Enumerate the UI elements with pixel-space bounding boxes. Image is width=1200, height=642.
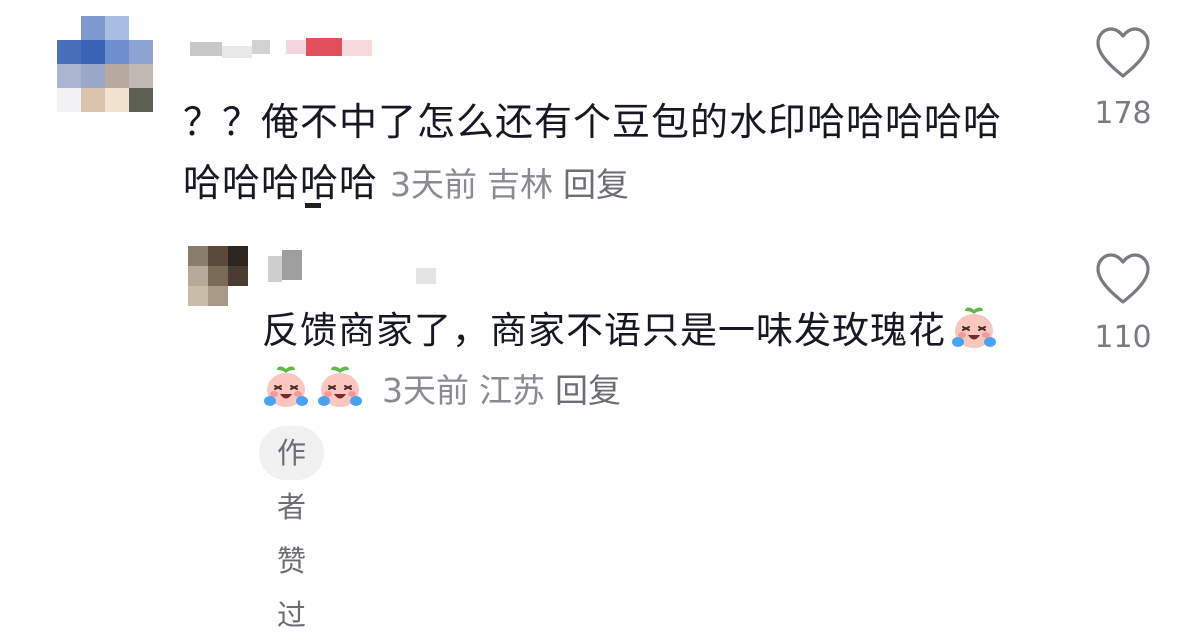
comment-meta: 3天前 吉林 回复: [378, 165, 629, 204]
avatar[interactable]: [188, 246, 248, 306]
reply-button[interactable]: 回复: [555, 371, 621, 410]
reply-time: 3天前: [382, 371, 469, 410]
text-mark: [305, 203, 321, 208]
comment-location: 吉林: [487, 165, 554, 204]
avatar[interactable]: [57, 16, 153, 112]
comment-text: ？？俺不中了怎么还有个豆包的水印哈哈哈哈哈哈哈哈哈哈 3天前 吉林 回复: [183, 92, 1033, 215]
like-count: 110: [1094, 320, 1152, 355]
crying-peach-emoji: [264, 366, 308, 407]
username-blurred[interactable]: [190, 36, 380, 58]
heart-icon[interactable]: [1094, 26, 1152, 80]
reply-location: 江苏: [479, 371, 545, 410]
username-blurred[interactable]: [266, 248, 446, 284]
crying-peach-emoji: [318, 366, 362, 407]
author-liked-badge: 作者赞过: [259, 426, 325, 632]
reply-text: 反馈商家了，商家不语只是一味发玫瑰花3天前 江苏 回复: [262, 301, 1022, 420]
heart-icon[interactable]: [1094, 252, 1152, 306]
reply-button[interactable]: 回复: [563, 165, 629, 204]
reply-meta: 3天前 江苏 回复: [370, 371, 621, 410]
comment-time: 3天前: [390, 165, 478, 204]
like-count: 178: [1094, 96, 1152, 131]
reply-body: 反馈商家了，商家不语只是一味发玫瑰花: [262, 309, 946, 352]
crying-peach-emoji: [952, 307, 996, 348]
